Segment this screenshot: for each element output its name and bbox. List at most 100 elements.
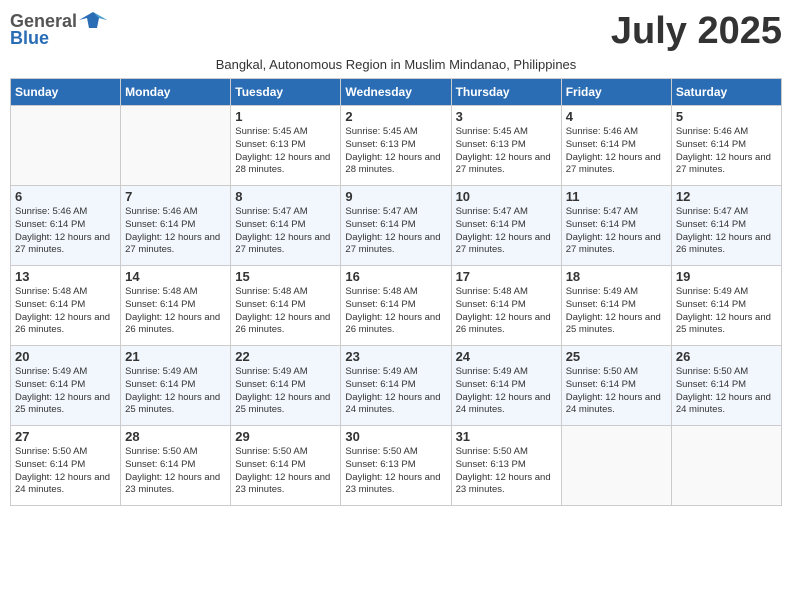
calendar-cell: 14 Sunrise: 5:48 AM Sunset: 6:14 PM Dayli… (121, 266, 231, 346)
day-number: 4 (566, 109, 667, 124)
calendar-cell: 17Sunrise: 5:48 AM Sunset: 6:14 PM Dayli… (451, 266, 561, 346)
calendar-cell (671, 426, 781, 506)
day-number: 1 (235, 109, 336, 124)
day-number: 13 (15, 269, 116, 284)
day-number: 10 (456, 189, 557, 204)
calendar-cell: 7 Sunrise: 5:46 AM Sunset: 6:14 PM Daylig… (121, 186, 231, 266)
calendar-table: SundayMondayTuesdayWednesdayThursdayFrid… (10, 78, 782, 506)
day-number: 31 (456, 429, 557, 444)
calendar-cell (11, 106, 121, 186)
calendar-cell: 27 Sunrise: 5:50 AM Sunset: 6:14 PM Dayli… (11, 426, 121, 506)
day-number: 29 (235, 429, 336, 444)
column-header-thursday: Thursday (451, 79, 561, 106)
day-number: 12 (676, 189, 777, 204)
page-header: General Blue July 2025 (10, 10, 782, 53)
day-info: Sunrise: 5:49 AM Sunset: 6:14 PM Dayligh… (676, 286, 777, 337)
day-info: Sunrise: 5:47 AM Sunset: 6:14 PM Dayligh… (456, 206, 557, 257)
calendar-cell: 5Sunrise: 5:46 AM Sunset: 6:14 PM Daylig… (671, 106, 781, 186)
day-info: Sunrise: 5:47 AM Sunset: 6:14 PM Dayligh… (676, 206, 777, 257)
calendar-cell: 1 Sunrise: 5:45 AM Sunset: 6:13 PM Daylig… (231, 106, 341, 186)
day-info: Sunrise: 5:45 AM Sunset: 6:13 PM Dayligh… (235, 126, 336, 177)
calendar-cell: 25Sunrise: 5:50 AM Sunset: 6:14 PM Dayli… (561, 346, 671, 426)
day-number: 20 (15, 349, 116, 364)
day-info: Sunrise: 5:50 AM Sunset: 6:14 PM Dayligh… (235, 446, 336, 497)
calendar-cell: 8Sunrise: 5:47 AM Sunset: 6:14 PM Daylig… (231, 186, 341, 266)
day-info: Sunrise: 5:46 AM Sunset: 6:14 PM Dayligh… (566, 126, 667, 177)
calendar-cell (561, 426, 671, 506)
day-number: 16 (345, 269, 446, 284)
calendar-cell: 16 Sunrise: 5:48 AM Sunset: 6:14 PM Dayli… (341, 266, 451, 346)
column-header-monday: Monday (121, 79, 231, 106)
column-header-sunday: Sunday (11, 79, 121, 106)
day-info: Sunrise: 5:48 AM Sunset: 6:14 PM Dayligh… (345, 286, 446, 337)
calendar-cell: 21 Sunrise: 5:49 AM Sunset: 6:14 PM Dayli… (121, 346, 231, 426)
calendar-body: 1 Sunrise: 5:45 AM Sunset: 6:13 PM Daylig… (11, 106, 782, 506)
day-info: Sunrise: 5:50 AM Sunset: 6:14 PM Dayligh… (676, 366, 777, 417)
column-header-wednesday: Wednesday (341, 79, 451, 106)
day-info: Sunrise: 5:50 AM Sunset: 6:13 PM Dayligh… (345, 446, 446, 497)
day-number: 27 (15, 429, 116, 444)
day-number: 7 (125, 189, 226, 204)
day-number: 18 (566, 269, 667, 284)
day-number: 24 (456, 349, 557, 364)
month-title: July 2025 (611, 10, 782, 53)
logo-blue-text: Blue (10, 28, 49, 49)
column-header-friday: Friday (561, 79, 671, 106)
calendar-cell: 9 Sunrise: 5:47 AM Sunset: 6:14 PM Daylig… (341, 186, 451, 266)
logo: General Blue (10, 10, 107, 49)
day-number: 14 (125, 269, 226, 284)
day-number: 19 (676, 269, 777, 284)
calendar-week-2: 6 Sunrise: 5:46 AM Sunset: 6:14 PM Daylig… (11, 186, 782, 266)
calendar-cell: 20 Sunrise: 5:49 AM Sunset: 6:14 PM Dayli… (11, 346, 121, 426)
day-info: Sunrise: 5:45 AM Sunset: 6:13 PM Dayligh… (345, 126, 446, 177)
day-number: 30 (345, 429, 446, 444)
day-info: Sunrise: 5:47 AM Sunset: 6:14 PM Dayligh… (345, 206, 446, 257)
calendar-week-4: 20 Sunrise: 5:49 AM Sunset: 6:14 PM Dayli… (11, 346, 782, 426)
day-number: 11 (566, 189, 667, 204)
calendar-header-row: SundayMondayTuesdayWednesdayThursdayFrid… (11, 79, 782, 106)
logo-bird-icon (79, 10, 107, 32)
calendar-cell: 23Sunrise: 5:49 AM Sunset: 6:14 PM Dayli… (341, 346, 451, 426)
day-number: 15 (235, 269, 336, 284)
day-info: Sunrise: 5:48 AM Sunset: 6:14 PM Dayligh… (125, 286, 226, 337)
day-info: Sunrise: 5:50 AM Sunset: 6:14 PM Dayligh… (566, 366, 667, 417)
day-number: 6 (15, 189, 116, 204)
day-number: 21 (125, 349, 226, 364)
day-number: 8 (235, 189, 336, 204)
day-info: Sunrise: 5:46 AM Sunset: 6:14 PM Dayligh… (15, 206, 116, 257)
column-header-tuesday: Tuesday (231, 79, 341, 106)
day-info: Sunrise: 5:46 AM Sunset: 6:14 PM Dayligh… (125, 206, 226, 257)
calendar-cell: 2Sunrise: 5:45 AM Sunset: 6:13 PM Daylig… (341, 106, 451, 186)
day-number: 23 (345, 349, 446, 364)
calendar-cell: 26 Sunrise: 5:50 AM Sunset: 6:14 PM Dayli… (671, 346, 781, 426)
calendar-cell: 28 Sunrise: 5:50 AM Sunset: 6:14 PM Dayli… (121, 426, 231, 506)
day-number: 28 (125, 429, 226, 444)
day-info: Sunrise: 5:49 AM Sunset: 6:14 PM Dayligh… (125, 366, 226, 417)
calendar-cell: 4 Sunrise: 5:46 AM Sunset: 6:14 PM Daylig… (561, 106, 671, 186)
day-number: 22 (235, 349, 336, 364)
calendar-cell: 18Sunrise: 5:49 AM Sunset: 6:14 PM Dayli… (561, 266, 671, 346)
day-info: Sunrise: 5:50 AM Sunset: 6:13 PM Dayligh… (456, 446, 557, 497)
day-info: Sunrise: 5:45 AM Sunset: 6:13 PM Dayligh… (456, 126, 557, 177)
day-info: Sunrise: 5:49 AM Sunset: 6:14 PM Dayligh… (235, 366, 336, 417)
day-info: Sunrise: 5:50 AM Sunset: 6:14 PM Dayligh… (15, 446, 116, 497)
calendar-week-5: 27 Sunrise: 5:50 AM Sunset: 6:14 PM Dayli… (11, 426, 782, 506)
day-number: 17 (456, 269, 557, 284)
calendar-cell: 31 Sunrise: 5:50 AM Sunset: 6:13 PM Dayli… (451, 426, 561, 506)
calendar-cell: 12 Sunrise: 5:47 AM Sunset: 6:14 PM Dayli… (671, 186, 781, 266)
calendar-week-3: 13 Sunrise: 5:48 AM Sunset: 6:14 PM Dayli… (11, 266, 782, 346)
calendar-cell: 13 Sunrise: 5:48 AM Sunset: 6:14 PM Dayli… (11, 266, 121, 346)
day-info: Sunrise: 5:48 AM Sunset: 6:14 PM Dayligh… (15, 286, 116, 337)
calendar-cell: 6 Sunrise: 5:46 AM Sunset: 6:14 PM Daylig… (11, 186, 121, 266)
day-info: Sunrise: 5:49 AM Sunset: 6:14 PM Dayligh… (15, 366, 116, 417)
day-info: Sunrise: 5:50 AM Sunset: 6:14 PM Dayligh… (125, 446, 226, 497)
calendar-cell: 3Sunrise: 5:45 AM Sunset: 6:13 PM Daylig… (451, 106, 561, 186)
calendar-cell (121, 106, 231, 186)
day-number: 5 (676, 109, 777, 124)
calendar-cell: 15Sunrise: 5:48 AM Sunset: 6:14 PM Dayli… (231, 266, 341, 346)
calendar-cell: 30 Sunrise: 5:50 AM Sunset: 6:13 PM Dayli… (341, 426, 451, 506)
day-number: 26 (676, 349, 777, 364)
column-header-saturday: Saturday (671, 79, 781, 106)
day-number: 9 (345, 189, 446, 204)
calendar-cell: 19 Sunrise: 5:49 AM Sunset: 6:14 PM Dayli… (671, 266, 781, 346)
